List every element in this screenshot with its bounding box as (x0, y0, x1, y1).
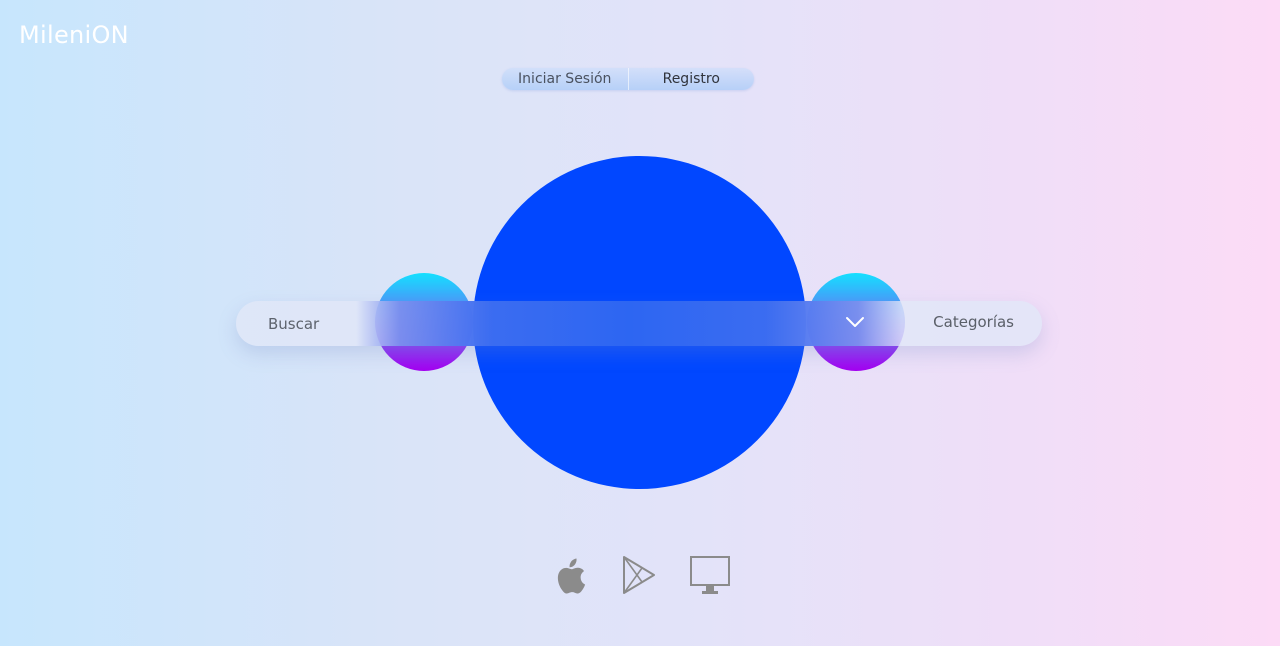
search-input[interactable] (268, 313, 568, 335)
apple-icon[interactable] (552, 556, 588, 596)
brand-logo[interactable]: MileniON (19, 20, 129, 50)
chevron-down-icon[interactable] (844, 314, 866, 330)
login-button[interactable]: Iniciar Sesión (502, 68, 628, 90)
register-button[interactable]: Registro (629, 68, 755, 90)
platform-links (550, 554, 740, 598)
auth-switch: Iniciar Sesión Registro (502, 68, 754, 90)
search-bar: Categorías (236, 301, 1042, 346)
categories-dropdown[interactable]: Categorías (933, 313, 1014, 331)
desktop-icon[interactable] (689, 555, 733, 597)
google-play-icon[interactable] (620, 554, 658, 596)
